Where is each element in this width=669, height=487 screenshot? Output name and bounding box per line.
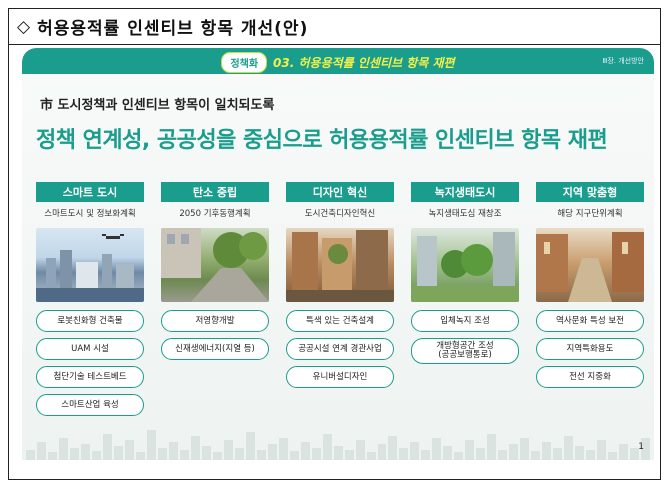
local-custom-photo	[536, 228, 644, 302]
skyline-decoration	[22, 426, 654, 460]
chapter-note: Ⅲ장. 개선방안	[602, 57, 644, 65]
slide-section-header: 정책화 03. 허용용적률 인센티브 항목 재편	[22, 51, 654, 73]
column-smart-city: 스마트 도시 스마트도시 및 정보화계획 로봇친화형 건축물 UAM 시설 첨단…	[36, 182, 144, 416]
incentive-item: 특색 있는 건축설계	[286, 310, 394, 332]
design-innovation-photo	[286, 228, 394, 302]
incentive-item: 전선 지중화	[536, 366, 644, 388]
smart-city-photo	[36, 228, 144, 302]
column-header: 지역 맞춤형	[536, 182, 644, 202]
incentive-item: UAM 시설	[36, 338, 144, 360]
incentive-item: 신재생에너지(지열 등)	[161, 338, 269, 360]
policy-badge: 정책화	[221, 51, 268, 73]
document-title: 허용용적률 인센티브 항목 개선(안)	[37, 19, 309, 39]
slide-body: 市 도시정책과 인센티브 항목이 일치되도록 정책 연계성, 공공성을 중심으로…	[22, 74, 654, 460]
column-subtitle: 2050 기후동행계획	[179, 209, 251, 219]
column-design-innovation: 디자인 혁신 도시건축디자인혁신 특색 있는 건축설계 공공시설 연계 경관사업…	[286, 182, 394, 388]
column-header: 탄소 중립	[161, 182, 269, 202]
section-title: 03. 허용용적률 인센티브 항목 재편	[273, 54, 455, 71]
carbon-neutral-photo	[161, 228, 269, 302]
incentive-item: 공공시설 연계 경관사업	[286, 338, 394, 360]
column-header: 녹지생태도시	[411, 182, 519, 202]
diamond-icon: ◇	[17, 16, 32, 37]
incentive-item: 유니버설디자인	[286, 366, 394, 388]
column-subtitle: 도시건축디자인혁신	[304, 209, 376, 219]
incentive-item: 입체녹지 조성	[411, 310, 519, 332]
incentive-item: 저영향개발	[161, 310, 269, 332]
column-header: 디자인 혁신	[286, 182, 394, 202]
column-header: 스마트 도시	[36, 182, 144, 202]
section-title-text: 허용용적률 인센티브 항목 재편	[298, 55, 455, 70]
column-subtitle: 녹지생태도심 재창조	[428, 209, 502, 219]
incentive-item: 첨단기술 테스트베드	[36, 366, 144, 388]
column-subtitle: 해당 지구단위계획	[557, 209, 623, 219]
category-columns: 스마트 도시 스마트도시 및 정보화계획 로봇친화형 건축물 UAM 시설 첨단…	[36, 182, 646, 460]
column-local-custom: 지역 맞춤형 해당 지구단위계획 역사문화 특성 보전 지역특화용도 전선 지중…	[536, 182, 644, 388]
incentive-item: 역사문화 특성 보전	[536, 310, 644, 332]
incentive-item: 스마트산업 육성	[36, 394, 144, 416]
green-city-photo	[411, 228, 519, 302]
column-green-city: 녹지생태도시 녹지생태도심 재창조 입체녹지 조성 개방형공간 조성 (공공보행…	[411, 182, 519, 364]
section-number: 03.	[273, 55, 295, 70]
slide: 정책화 03. 허용용적률 인센티브 항목 재편 Ⅲ장. 개선방안 市 도시정책…	[22, 48, 654, 460]
column-subtitle: 스마트도시 및 정보화계획	[44, 209, 136, 219]
column-carbon-neutral: 탄소 중립 2050 기후동행계획 저영향개발 신재생에너지(지열 등)	[161, 182, 269, 360]
document-title-bar: ◇ 허용용적률 인센티브 항목 개선(안)	[9, 9, 660, 45]
slide-subtitle: 市 도시정책과 인센티브 항목이 일치되도록	[40, 98, 275, 113]
page-number: 1	[638, 442, 644, 452]
incentive-item: 개방형공간 조성 (공공보행통로)	[411, 338, 519, 364]
incentive-item: 로봇친화형 건축물	[36, 310, 144, 332]
slide-headline: 정책 연계성, 공공성을 중심으로 허용용적률 인센티브 항목 재편	[36, 128, 608, 153]
incentive-item: 지역특화용도	[536, 338, 644, 360]
